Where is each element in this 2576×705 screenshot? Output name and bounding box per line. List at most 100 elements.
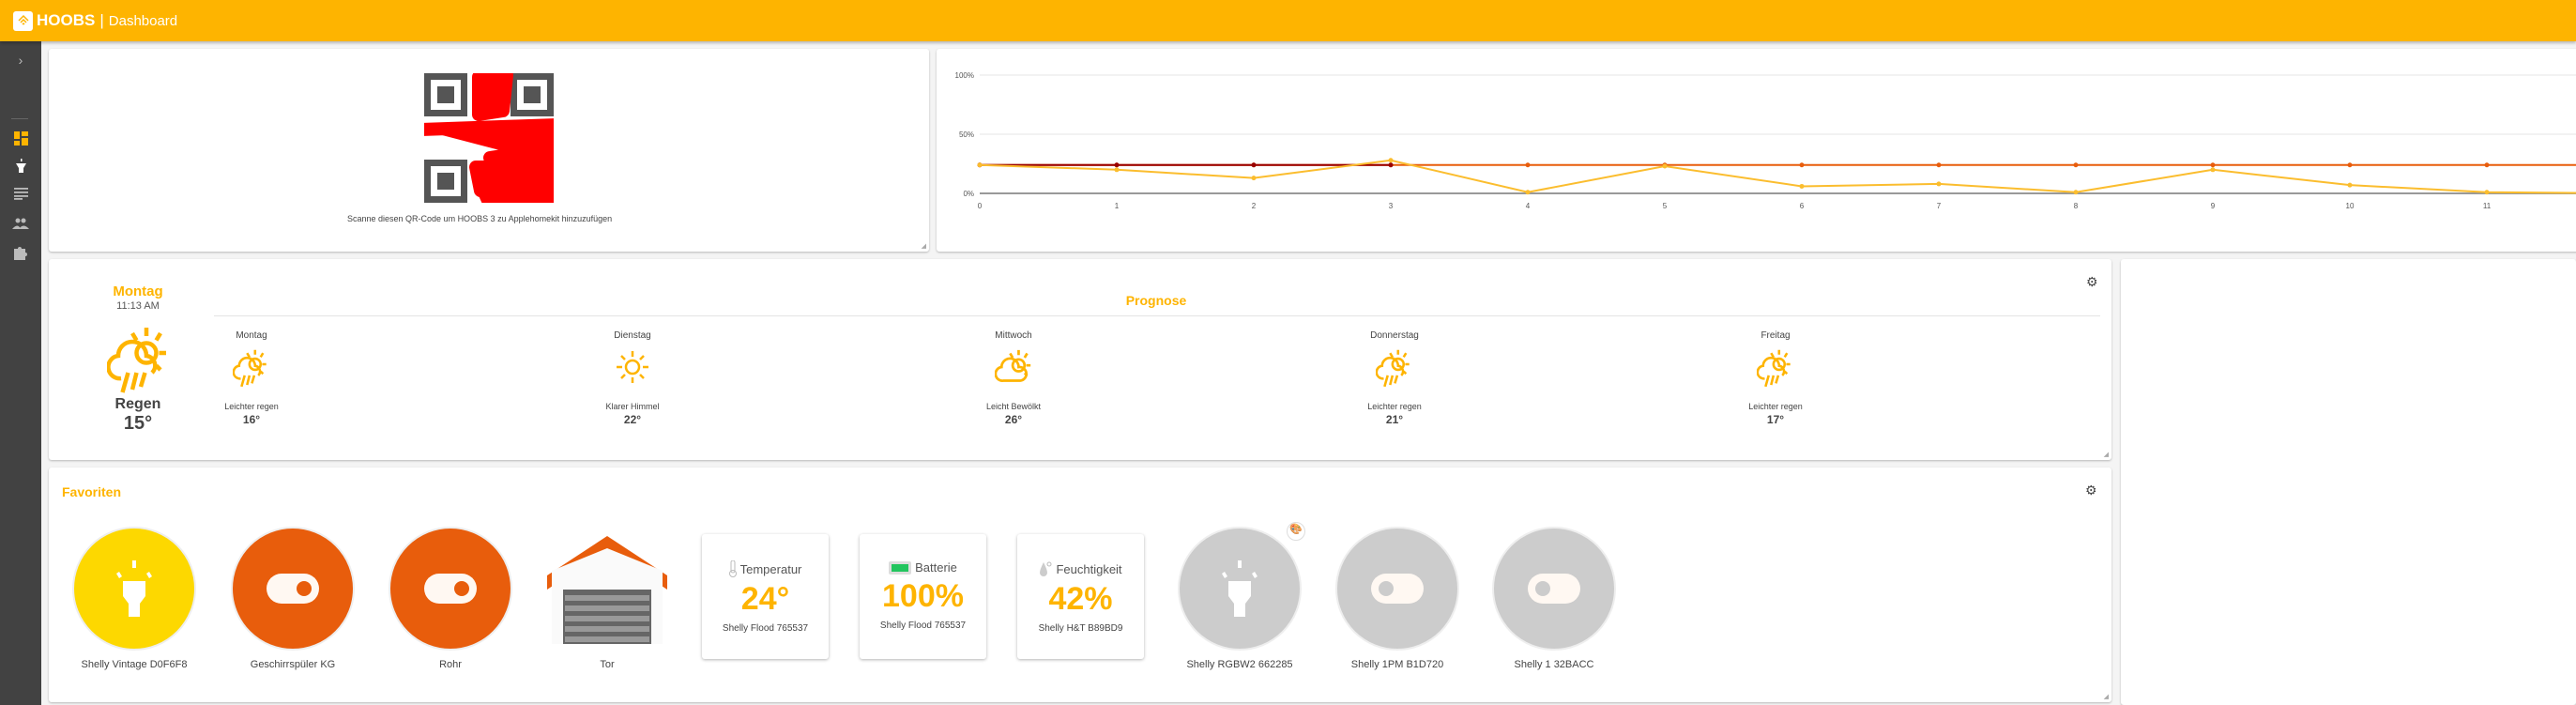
page-title: Dashboard (108, 12, 178, 29)
data-point (1388, 158, 1394, 163)
y-tick-label: 0% (963, 190, 974, 198)
device-name: Geschirrspüler KG (250, 659, 336, 670)
x-tick-label: 4 (1526, 202, 1531, 210)
data-point (2484, 190, 2490, 195)
favorites-settings-gear-icon[interactable]: ⚙ (2085, 483, 2097, 498)
sensor-tile[interactable]: Feuchtigkeit 42% Shelly H&T B89BD9 (1017, 534, 1144, 659)
forecast-divider (214, 315, 2100, 316)
forecast-temperature: 17° (1766, 413, 1785, 426)
qr-code-card: Scanne diesen QR-Code um HOOBS 3 zu Appl… (49, 49, 929, 252)
device-tile-switch[interactable] (231, 527, 355, 651)
thermometer-icon (728, 560, 737, 577)
sensor-label: Batterie (915, 560, 957, 575)
users-icon (12, 218, 29, 229)
sensor-label: Temperatur (739, 561, 802, 576)
qr-caption: Scanne diesen QR-Code um HOOBS 3 zu Appl… (347, 214, 613, 223)
toggle-switch-icon (1371, 574, 1424, 604)
lightbulb-icon (116, 560, 152, 617)
device-tile-switch[interactable] (1492, 527, 1616, 651)
sidebar-item-log[interactable] (10, 183, 31, 204)
current-condition: Regen (114, 396, 161, 412)
x-tick-label: 3 (1389, 202, 1394, 210)
forecast-description: Leicht Bewölkt (985, 402, 1042, 411)
sensor-value: 42% (1048, 581, 1113, 617)
system-chart-card: 0%50%100%01234567891011 HOOBS 3 (gestopp… (937, 49, 2576, 252)
device-tile-switch[interactable] (1335, 527, 1459, 651)
x-tick-label: 1 (1115, 202, 1120, 210)
forecast-description: Klarer Himmel (605, 402, 660, 411)
sensor-device-name: Shelly H&T B89BD9 (1038, 623, 1123, 634)
data-point (2073, 190, 2079, 195)
data-point (2347, 162, 2353, 168)
weather-settings-gear-icon[interactable]: ⚙ (2086, 274, 2098, 290)
forecast-day-name: Freitag (1761, 330, 1791, 341)
forecast-temperature: 26° (1004, 413, 1023, 426)
y-tick-label: 50% (959, 130, 974, 139)
current-temperature: 15° (123, 413, 153, 434)
weather-card: Montag 11:13 AM Regen 15° Prognose ⚙ ◢ M… (49, 259, 2111, 460)
x-tick-label: 10 (2346, 202, 2355, 210)
data-point (1251, 162, 1257, 168)
system-line-chart: 0% 50% 100% 0 1 2 3 4 5 6 7 8 9 10 11 (955, 71, 2576, 210)
garage-door-tile[interactable] (544, 533, 670, 646)
data-point (1114, 167, 1120, 173)
data-point (2073, 162, 2079, 168)
data-point (1936, 162, 1942, 168)
sidebar-item-accessories[interactable] (10, 155, 31, 176)
title-separator: | (99, 11, 104, 29)
resize-handle[interactable]: ◢ (2104, 451, 2109, 458)
data-point (2210, 167, 2216, 173)
sidebar-item-dashboard[interactable] (10, 128, 31, 148)
device-name: Rohr (439, 659, 462, 670)
device-name: Tor (600, 659, 615, 670)
x-tick-label: 11 (2483, 202, 2492, 210)
forecast-temperature: 16° (242, 413, 261, 426)
x-tick-label: 6 (1800, 202, 1805, 210)
data-point (2484, 162, 2490, 168)
color-palette-button[interactable]: 🎨 (1287, 522, 1305, 541)
sensor-tile[interactable]: Temperatur 24° Shelly Flood 765537 (702, 534, 829, 659)
forecast-rain-icon (232, 348, 267, 393)
chevron-right-icon: › (18, 53, 23, 68)
toggle-switch-icon (267, 574, 319, 604)
list-icon (13, 187, 28, 200)
toggle-switch-icon (424, 574, 477, 604)
x-tick-label: 9 (2211, 202, 2216, 210)
resize-handle[interactable]: ◢ (2104, 693, 2109, 700)
data-point (1114, 162, 1120, 168)
y-tick-label: 100% (955, 71, 974, 80)
data-point (1799, 183, 1805, 189)
x-tick-label: 8 (2074, 202, 2079, 210)
data-point (1525, 162, 1531, 168)
forecast-description: Leichter regen (224, 402, 279, 411)
data-point (977, 162, 983, 168)
sidebar-item-plugins[interactable] (10, 242, 31, 263)
battery-icon (889, 560, 912, 575)
forecast-day-name: Montag (236, 330, 267, 341)
sidebar-item-users[interactable] (10, 213, 31, 234)
x-tick-label: 7 (1937, 202, 1942, 210)
sensor-device-name: Shelly Flood 765537 (879, 621, 967, 631)
sensor-tile[interactable]: Batterie 100% Shelly Flood 765537 (860, 534, 986, 659)
favorites-title: Favoriten (62, 484, 122, 499)
x-tick-label: 5 (1663, 202, 1668, 210)
sidebar-divider (11, 118, 28, 119)
device-tile-switch[interactable] (389, 527, 512, 651)
hoobs-logo-icon (13, 10, 33, 31)
forecast-cloud-sun-icon (994, 348, 1032, 391)
humidity-drop-icon (1040, 561, 1052, 576)
device-name: Shelly RGBW2 662285 (1186, 659, 1293, 670)
lightbulb-icon (15, 158, 26, 173)
resize-handle[interactable]: ◢ (922, 242, 926, 250)
device-tile-light[interactable] (72, 527, 196, 651)
x-tick-label: 2 (1252, 202, 1257, 210)
dashboard-icon (13, 130, 28, 146)
forecast-sun-icon (614, 348, 651, 391)
forecast-day-name: Donnerstag (1370, 330, 1419, 341)
device-tile-light[interactable] (1178, 527, 1302, 651)
empty-card (2121, 259, 2576, 705)
sensor-value: 24° (740, 581, 790, 617)
forecast-rain-icon (1756, 348, 1791, 393)
sidebar-expand-button[interactable]: › (10, 50, 31, 70)
lightbulb-icon (1222, 560, 1258, 617)
